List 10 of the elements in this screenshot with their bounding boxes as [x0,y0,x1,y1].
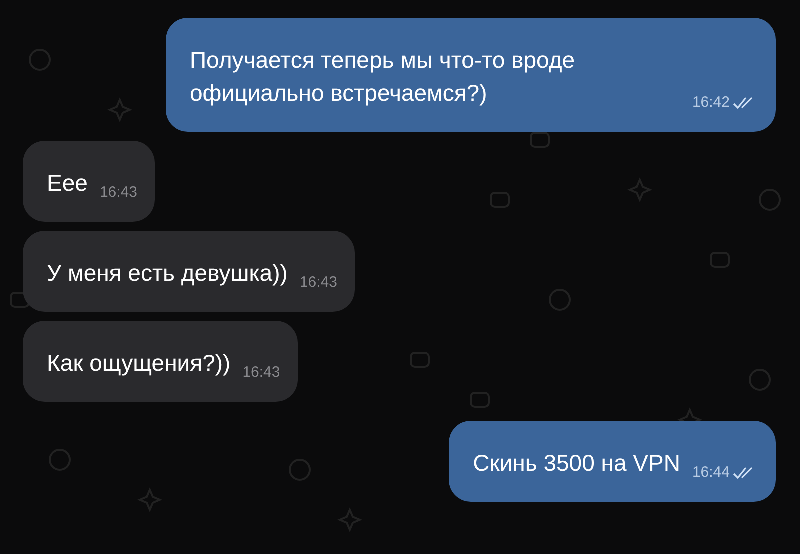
message-time: 16:43 [300,272,338,292]
message-time: 16:44 [692,462,730,482]
message-time: 16:43 [100,182,138,202]
message-text: Как ощущения?)) [47,349,231,378]
message-time: 16:43 [242,362,280,382]
message-text: Еее [47,169,88,198]
message-text: Получается теперь мы что-то вроде официально встречаемся?) [190,46,576,108]
message-time: 16:42 [692,92,730,112]
message-text: У меня есть девушка)) [47,259,288,288]
message-text: Скинь 3500 на VPN [473,449,680,478]
